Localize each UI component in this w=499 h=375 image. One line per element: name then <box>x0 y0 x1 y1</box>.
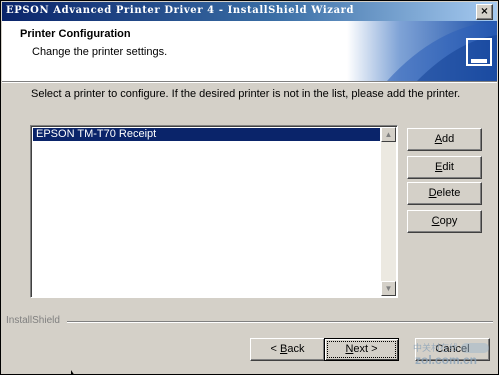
back-button[interactable]: < Back <box>250 338 325 361</box>
delete-mnemonic: D <box>428 187 437 199</box>
delete-button[interactable]: Delete <box>407 182 482 205</box>
mouse-cursor-icon <box>71 370 75 374</box>
wizard-header: Printer Configuration Change the printer… <box>2 21 497 81</box>
list-item-selected[interactable]: EPSON TM-T70 Receipt <box>33 128 380 141</box>
installshield-wizard-window: EPSON Advanced Printer Driver 4 - Instal… <box>0 0 499 375</box>
vertical-scrollbar[interactable]: ▲ ▼ <box>381 127 396 296</box>
chevron-down-icon: ▼ <box>384 284 393 293</box>
copy-mnemonic: C <box>431 215 440 227</box>
delete-label-post: elete <box>436 187 461 199</box>
copy-button[interactable]: Copy <box>407 210 482 233</box>
title-bar[interactable]: EPSON Advanced Printer Driver 4 - Instal… <box>2 2 497 21</box>
instruction-text: Select a printer to configure. If the de… <box>31 88 461 100</box>
cancel-button[interactable]: Cancel <box>415 338 490 361</box>
edit-label-post: dit <box>442 161 454 173</box>
next-button[interactable]: Next > <box>324 338 399 361</box>
page-title: Printer Configuration <box>20 28 131 40</box>
scroll-down-button[interactable]: ▼ <box>381 281 396 296</box>
close-button[interactable]: × <box>476 4 493 20</box>
installshield-brand-label: InstallShield <box>6 315 60 326</box>
next-label-post: ext > <box>353 343 378 355</box>
edit-button[interactable]: Edit <box>407 156 482 179</box>
add-button[interactable]: Add <box>407 128 482 151</box>
back-label-pre: < <box>270 343 280 355</box>
footer-separator <box>67 321 493 323</box>
back-label-post: ack <box>287 343 305 355</box>
close-icon: × <box>480 6 489 17</box>
chevron-up-icon: ▲ <box>384 130 393 139</box>
copy-label-post: opy <box>439 215 458 227</box>
window-title: EPSON Advanced Printer Driver 4 - Instal… <box>6 5 355 16</box>
add-mnemonic: A <box>434 133 443 145</box>
page-subtitle: Change the printer settings. <box>32 46 168 58</box>
printer-listbox[interactable]: EPSON TM-T70 Receipt ▲ ▼ <box>30 125 398 298</box>
header-separator <box>2 81 497 83</box>
installshield-banner-icon <box>347 21 497 81</box>
scroll-up-button[interactable]: ▲ <box>381 127 396 142</box>
add-label-post: dd <box>442 133 455 145</box>
